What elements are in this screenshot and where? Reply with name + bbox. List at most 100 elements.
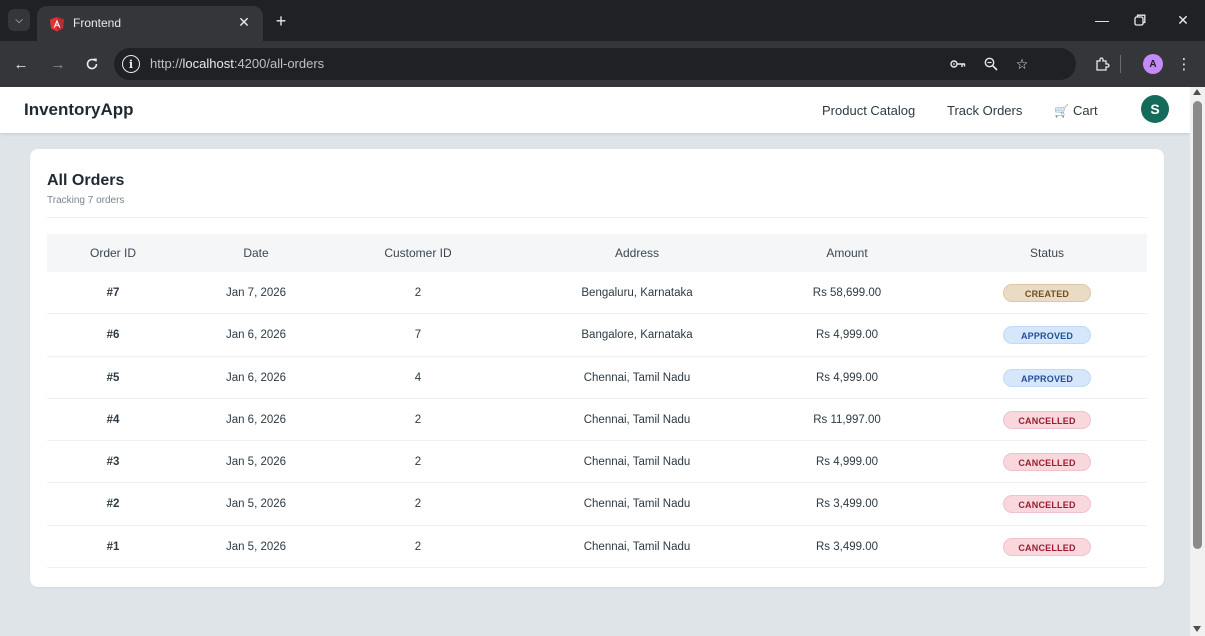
order-id-cell: #7 [106,287,120,299]
date-cell: Jan 6, 2026 [225,371,287,384]
chevron-down-icon: ⌵ [15,14,23,26]
close-window-icon[interactable]: ✕ [1170,8,1196,32]
orders-card: All Orders Tracking 7 orders Order ID Da… [30,149,1164,587]
nav-link-product-catalog[interactable]: Product Catalog [822,103,915,118]
reload-icon[interactable] [81,53,103,75]
table-row[interactable]: #1 Jan 5, 2026 2 Chennai, Tamil Nadu Rs 3,49… [47,526,1147,569]
column-header-date: Date [243,246,269,260]
tab-search-button[interactable]: ⌵ [8,9,30,31]
page-title: All Orders [47,172,125,189]
browser-toolbar: ← → i http://localhost:4200/all-orders ☆… [0,41,1205,87]
order-id-cell: #1 [106,540,120,553]
order-id-cell: #4 [106,413,120,426]
table-row[interactable]: #4 Jan 6, 2026 2 Chennai, Tamil Nadu Rs 11,9… [47,399,1147,442]
status-badge: CANCELLED [1003,453,1091,472]
browser-tab-strip: ⌵ Frontend ✕ + — ✕ [0,0,1205,41]
nav-link-track-orders[interactable]: Track Orders [947,103,1022,118]
column-header-customer-id: Customer ID [384,246,452,260]
order-id-cell: #3 [106,456,120,469]
customer-id-cell: 4 [414,371,422,384]
cart-icon: 🛒 [1054,104,1069,118]
date-cell: Jan 5, 2026 [225,498,287,511]
page-viewport: InventoryApp Product Catalog Track Order… [0,87,1190,636]
cart-label: Cart [1073,103,1098,118]
scroll-up-arrow-icon[interactable] [1193,89,1201,95]
restore-icon[interactable] [1127,8,1153,32]
amount-cell: Rs 4,999.00 [815,371,878,384]
status-badge: APPROVED [1003,368,1091,387]
address-cell: Chennai, Tamil Nadu [583,456,691,469]
orders-count-subtitle: Tracking 7 orders [47,195,125,206]
tab-title: Frontend [73,16,122,30]
back-arrow-icon[interactable]: ← [10,53,32,75]
divider [47,217,1147,218]
tab-close-icon[interactable]: ✕ [235,13,253,31]
address-cell: Chennai, Tamil Nadu [583,540,691,553]
user-avatar[interactable]: S [1141,95,1169,123]
status-cell: CANCELLED [967,399,1127,441]
address-cell: Chennai, Tamil Nadu [583,498,691,511]
customer-id-cell: 2 [414,456,422,469]
brand-logo[interactable]: InventoryApp [24,100,134,120]
new-tab-button[interactable]: + [270,10,292,32]
customer-id-cell: 2 [414,498,422,511]
scrollbar-thumb[interactable] [1193,101,1202,549]
profile-avatar: A [1143,54,1163,74]
status-badge: CREATED [1003,283,1091,302]
table-row[interactable]: #7 Jan 7, 2026 2 Bengaluru, Karnataka Rs 58,… [47,272,1147,315]
url-text: http://localhost:4200/all-orders [150,56,325,71]
angular-logo-icon [50,17,64,32]
status-badge: CANCELLED [1003,495,1091,514]
toolbar-divider [1119,53,1121,75]
profile-button[interactable]: A [1142,53,1164,75]
app-navbar: InventoryApp Product Catalog Track Order… [0,87,1190,133]
amount-cell: Rs 11,997.00 [813,413,881,426]
order-id-cell: #6 [106,329,120,342]
kebab-menu-icon[interactable]: ⋮ [1176,53,1192,75]
column-header-status: Status [1029,246,1065,260]
customer-id-cell: 2 [414,287,422,299]
status-cell: APPROVED [967,357,1127,399]
customer-id-cell: 2 [414,413,422,426]
column-header-order-id: Order ID [89,246,136,260]
puzzle-icon[interactable] [1092,53,1112,75]
address-cell: Bangalore, Karnataka [581,329,693,342]
status-cell: APPROVED [967,314,1127,356]
amount-cell: Rs 4,999.00 [815,456,878,469]
order-id-cell: #2 [106,498,120,511]
status-cell: CREATED [967,272,1127,314]
nav-link-cart[interactable]: 🛒 Cart [1054,103,1098,118]
forward-arrow-icon[interactable]: → [47,53,69,75]
table-row[interactable]: #2 Jan 5, 2026 2 Chennai, Tamil Nadu Rs 3,49… [47,483,1147,526]
date-cell: Jan 5, 2026 [225,456,287,469]
orders-table: Order ID Date Customer ID Address Amount… [47,234,1147,569]
table-row[interactable]: #5 Jan 6, 2026 4 Chennai, Tamil Nadu Rs 4,99… [47,357,1147,399]
zoom-icon[interactable] [981,54,1001,74]
page-scrollbar[interactable] [1190,87,1205,636]
customer-id-cell: 2 [414,540,422,553]
address-bar[interactable]: i http://localhost:4200/all-orders ☆ [114,48,1076,80]
column-header-amount: Amount [826,246,868,260]
status-badge: APPROVED [1003,326,1091,345]
site-info-icon[interactable]: i [122,55,140,73]
scroll-down-arrow-icon[interactable] [1193,626,1201,632]
column-header-address: Address [614,246,660,260]
status-badge: CANCELLED [1003,537,1091,556]
minimize-icon[interactable]: — [1089,8,1115,32]
address-cell: Chennai, Tamil Nadu [583,371,691,384]
table-body: #7 Jan 7, 2026 2 Bengaluru, Karnataka Rs 58,… [47,272,1147,569]
star-icon[interactable]: ☆ [1012,54,1032,74]
address-cell: Bengaluru, Karnataka [581,287,693,299]
key-icon[interactable] [948,54,968,74]
status-cell: CANCELLED [967,526,1127,568]
browser-tab[interactable]: Frontend ✕ [37,6,263,41]
status-cell: CANCELLED [967,441,1127,483]
date-cell: Jan 6, 2026 [225,413,287,426]
date-cell: Jan 6, 2026 [225,329,287,342]
date-cell: Jan 7, 2026 [225,287,287,299]
date-cell: Jan 5, 2026 [225,540,287,553]
table-row[interactable]: #6 Jan 6, 2026 7 Bangalore, Karnataka Rs 4,9… [47,314,1147,357]
status-cell: CANCELLED [967,483,1127,525]
table-row[interactable]: #3 Jan 5, 2026 2 Chennai, Tamil Nadu Rs 4,99… [47,441,1147,484]
amount-cell: Rs 58,699.00 [812,287,882,299]
